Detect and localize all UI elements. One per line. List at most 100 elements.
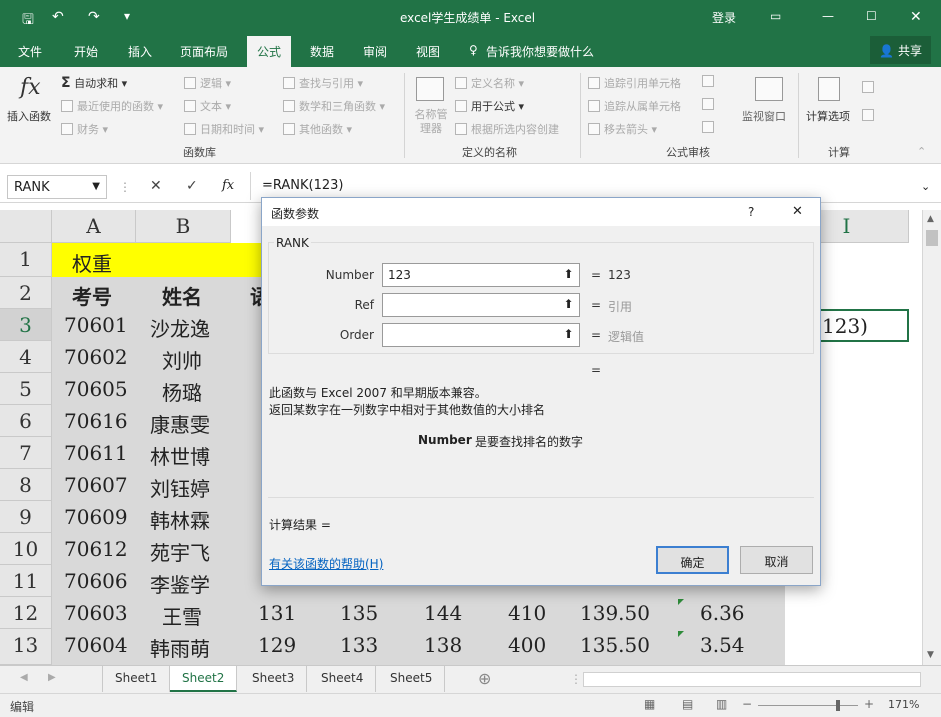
cell-c13[interactable]: 129 — [258, 633, 296, 657]
horizontal-scrollbar[interactable] — [583, 672, 921, 687]
cell-b[interactable]: 林世博 — [150, 441, 210, 470]
math-button[interactable]: 数学和三角函数 ▾ — [283, 98, 385, 114]
page-break-view-icon[interactable]: ▥ — [716, 697, 727, 711]
recent-functions-button[interactable]: 最近使用的函数 ▾ — [61, 98, 163, 114]
cell-a[interactable]: 70605 — [64, 377, 128, 401]
add-sheet-icon[interactable]: ⊕ — [478, 669, 491, 688]
name-manager-button[interactable]: 名称管理器 — [411, 108, 451, 136]
calc-options-button[interactable]: 计算选项 — [806, 108, 850, 124]
cell-b[interactable]: 韩雨萌 — [150, 633, 210, 662]
arg-input-number[interactable]: 123 — [382, 263, 578, 287]
calc-now-icon[interactable] — [862, 81, 878, 94]
collapse-dialog-icon[interactable]: ⬆ — [558, 293, 580, 317]
name-box[interactable]: RANK ▼ — [7, 175, 107, 199]
cell-h12[interactable]: 6.36 — [700, 601, 745, 625]
zoom-out-icon[interactable]: − — [742, 697, 752, 711]
formula-input[interactable]: =RANK(123) — [262, 178, 344, 193]
row-header[interactable]: 9 — [0, 501, 52, 533]
row-header[interactable]: 4 — [0, 341, 52, 373]
sheet-tab-5[interactable]: Sheet5 — [378, 666, 446, 692]
page-layout-view-icon[interactable]: ▤ — [682, 697, 693, 711]
cancel-entry-icon[interactable]: ✕ — [150, 178, 162, 194]
cell-f13[interactable]: 400 — [508, 633, 546, 657]
cell-e13[interactable]: 138 — [424, 633, 462, 657]
customize-qat-icon[interactable]: ▾ — [124, 9, 130, 23]
cell-e12[interactable]: 144 — [424, 601, 462, 625]
redo-icon[interactable]: ↷ — [88, 9, 100, 25]
cell-b[interactable]: 沙龙逸 — [150, 313, 210, 342]
cell-a[interactable]: 70609 — [64, 505, 128, 529]
cell-g13[interactable]: 135.50 — [580, 633, 650, 657]
sheet-tab-3[interactable]: Sheet3 — [240, 666, 308, 692]
trace-dependents-button[interactable]: 追踪从属单元格 — [588, 98, 681, 114]
collapse-dialog-icon[interactable]: ⬆ — [558, 263, 580, 287]
sheet-tab-1[interactable]: Sheet1 — [102, 666, 171, 692]
cell-f12[interactable]: 410 — [508, 601, 546, 625]
autosum-button[interactable]: Σ 自动求和 ▾ — [61, 75, 127, 91]
arg-input-order[interactable] — [382, 323, 578, 347]
save-icon[interactable]: 🖫 — [22, 9, 34, 33]
row-header[interactable]: 10 — [0, 533, 52, 565]
maximize-icon[interactable]: ☐ — [866, 9, 877, 23]
expand-formula-icon[interactable]: ⌄ — [921, 180, 930, 193]
share-button[interactable]: 👤 共享 — [870, 36, 931, 64]
close-window-icon[interactable]: ✕ — [910, 9, 922, 25]
insert-function-fx-icon[interactable]: fx — [222, 178, 234, 193]
cell-c12[interactable]: 131 — [258, 601, 296, 625]
cell-a[interactable]: 70607 — [64, 473, 128, 497]
ribbon-display-icon[interactable]: ▭ — [770, 9, 781, 23]
cell-a[interactable]: 70604 — [64, 633, 128, 657]
minimize-icon[interactable]: — — [822, 9, 834, 23]
tab-view[interactable]: 视图 — [416, 43, 440, 60]
cancel-button[interactable]: 取消 — [740, 546, 813, 574]
row-header[interactable]: 5 — [0, 373, 52, 405]
cell-b[interactable]: 刘钰婷 — [150, 473, 210, 502]
arg-input-ref[interactable] — [382, 293, 578, 317]
text-button[interactable]: 文本 ▾ — [184, 98, 231, 114]
scroll-up-icon[interactable]: ▲ — [927, 214, 934, 224]
login-button[interactable]: 登录 — [712, 9, 736, 26]
tab-file[interactable]: 文件 — [18, 43, 42, 60]
cell-b[interactable]: 康惠雯 — [150, 409, 210, 438]
tell-me-search[interactable]: 告诉我你想要做什么 — [486, 43, 594, 60]
cell-a[interactable]: 70611 — [64, 441, 128, 465]
tab-home[interactable]: 开始 — [74, 43, 98, 60]
tab-insert[interactable]: 插入 — [128, 43, 152, 60]
zoom-slider-thumb[interactable] — [836, 700, 840, 711]
ok-button[interactable]: 确定 — [656, 546, 729, 574]
cell-a[interactable]: 70602 — [64, 345, 128, 369]
cell-a[interactable]: 70601 — [64, 313, 128, 337]
cell-a[interactable]: 70603 — [64, 601, 128, 625]
use-in-formula-button[interactable]: 用于公式 ▾ — [455, 98, 524, 114]
zoom-in-icon[interactable]: + — [864, 697, 874, 711]
cell-b[interactable]: 刘帅 — [162, 345, 202, 374]
cell-a[interactable]: 70616 — [64, 409, 128, 433]
vertical-scrollbar[interactable]: ▲ ▼ — [922, 210, 941, 665]
sheet-tab-2[interactable]: Sheet2 — [170, 666, 238, 692]
cell-i3[interactable]: 123) — [822, 314, 868, 338]
prev-sheet-icon[interactable]: ◀ — [20, 672, 28, 683]
undo-icon[interactable]: ↶ — [52, 9, 64, 25]
function-help-link[interactable]: 有关该函数的帮助(H) — [269, 555, 383, 572]
tab-page-layout[interactable]: 页面布局 — [180, 43, 228, 60]
cell-b[interactable]: 韩林霖 — [150, 505, 210, 534]
zoom-level[interactable]: 171% — [888, 698, 919, 711]
dialog-close-icon[interactable]: ✕ — [792, 204, 803, 219]
normal-view-icon[interactable]: ▦ — [644, 697, 655, 711]
cell-b[interactable]: 王雪 — [162, 601, 202, 630]
row-header[interactable]: 3 — [0, 309, 52, 341]
scroll-down-icon[interactable]: ▼ — [927, 650, 934, 660]
zoom-slider[interactable] — [758, 705, 858, 706]
row-header[interactable]: 11 — [0, 565, 52, 597]
scroll-thumb[interactable] — [926, 230, 938, 246]
help-icon[interactable]: ? — [748, 205, 754, 219]
other-functions-button[interactable]: 其他函数 ▾ — [283, 121, 352, 137]
column-header-a[interactable]: A — [52, 210, 136, 243]
cell-a[interactable]: 70612 — [64, 537, 128, 561]
evaluate-formula-icon[interactable] — [702, 121, 718, 134]
collapse-ribbon-icon[interactable]: ⌃ — [917, 145, 926, 158]
collapse-dialog-icon[interactable]: ⬆ — [558, 323, 580, 347]
tab-review[interactable]: 审阅 — [363, 43, 387, 60]
define-name-button[interactable]: 定义名称 ▾ — [455, 75, 524, 91]
dialog-title-bar[interactable]: 函数参数 ? ✕ — [262, 198, 820, 226]
